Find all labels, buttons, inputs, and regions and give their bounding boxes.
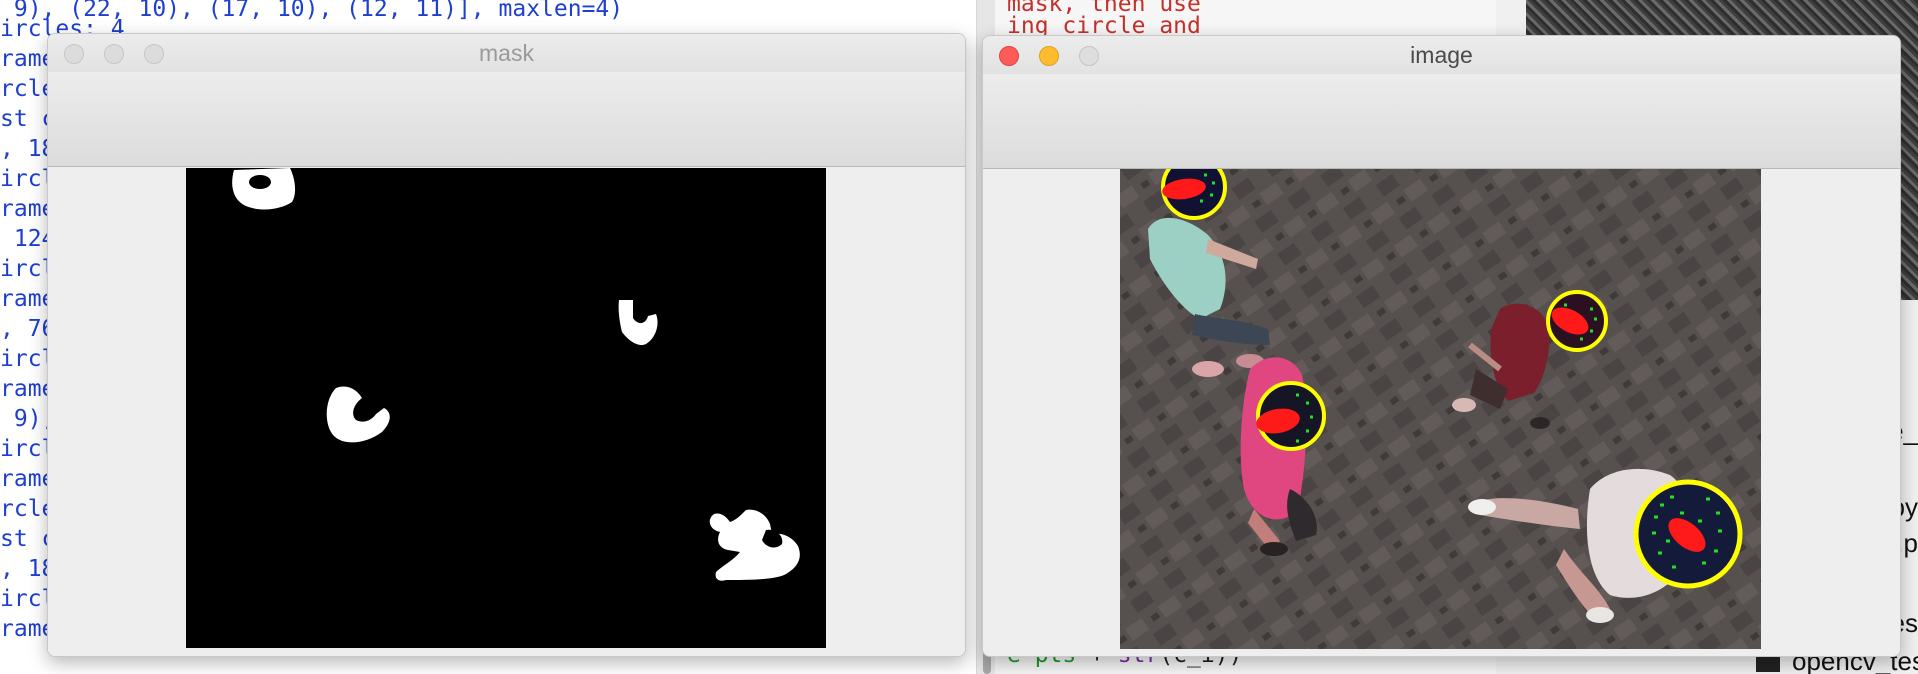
head-detection: [1633, 479, 1743, 589]
head-detection: [1546, 290, 1608, 352]
window-title: mask: [479, 40, 534, 66]
minimize-button[interactable]: [104, 44, 124, 64]
image-toolbar: [983, 76, 1900, 169]
close-button[interactable]: [64, 44, 84, 64]
mask-blob-hole: [249, 175, 271, 189]
maximize-button[interactable]: [144, 44, 164, 64]
mask-frame: [186, 168, 826, 648]
mask-titlebar[interactable]: mask: [48, 34, 965, 72]
window-title: image: [1410, 42, 1473, 68]
image-titlebar[interactable]: image: [983, 36, 1900, 74]
image-window: image: [982, 35, 1901, 657]
mask-window: mask: [47, 33, 966, 657]
mask-content: [48, 167, 965, 656]
close-button[interactable]: [999, 46, 1019, 66]
mask-blob: [232, 168, 296, 210]
image-content: [983, 169, 1900, 656]
minimize-button[interactable]: [1039, 46, 1059, 66]
image-frame: [1120, 169, 1761, 649]
mask-toolbar: [48, 74, 965, 167]
head-detection: [1256, 381, 1326, 451]
maximize-button[interactable]: [1079, 46, 1099, 66]
